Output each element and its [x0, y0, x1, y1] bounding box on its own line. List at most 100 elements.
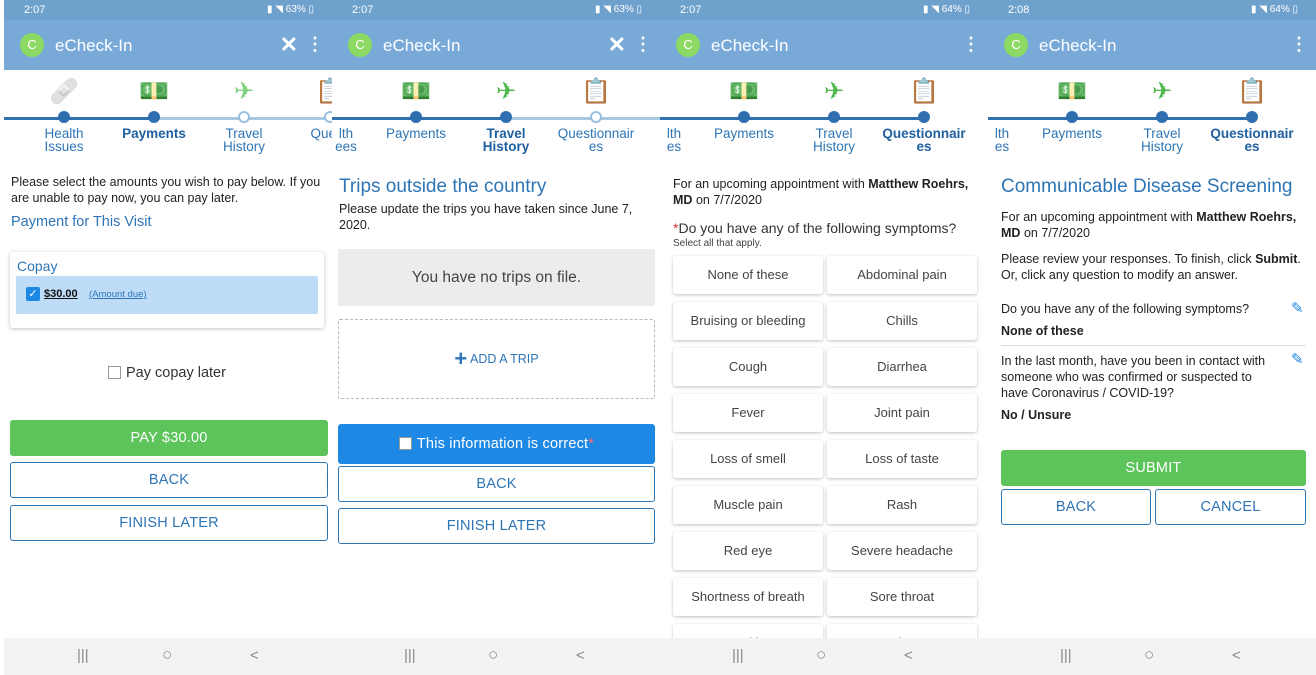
status-battery: ▮ ◥ 64% ▯: [922, 4, 970, 15]
progress-stepper: . lthes 💵 Payments ✈ TravelHistory 📋 Que…: [988, 75, 1316, 165]
symptom-option[interactable]: Red eye: [673, 532, 823, 570]
status-bar: 2:08 ▮ ◥ 64% ▯: [988, 0, 1316, 20]
airplane-icon: ✈: [233, 78, 255, 105]
step-health-issues[interactable]: 🩹 Health Issues: [19, 75, 109, 153]
symptom-option[interactable]: Chills: [827, 302, 977, 340]
status-time: 2:07: [24, 4, 46, 16]
app-logo: C: [1004, 33, 1028, 57]
home-icon[interactable]: ○: [488, 645, 498, 665]
back-nav-icon[interactable]: <: [1232, 647, 1241, 664]
step-payments[interactable]: 💵 Payments: [1027, 75, 1117, 140]
no-trips-message: You have no trips on file.: [338, 249, 655, 306]
finish-later-button[interactable]: FINISH LATER: [10, 505, 328, 541]
checkbox-icon[interactable]: [108, 366, 121, 379]
screen-review: 2:08 ▮ ◥ 64% ▯ C eCheck-In ⋮ . lthes 💵 P…: [988, 0, 1316, 675]
cancel-button[interactable]: CANCEL: [1155, 489, 1306, 525]
home-icon[interactable]: ○: [1144, 645, 1154, 665]
close-icon[interactable]: ✕: [608, 32, 626, 58]
symptom-option[interactable]: Rash: [827, 486, 977, 524]
app-bar: C eCheck-In ✕ ⋮: [4, 20, 332, 70]
symptom-option[interactable]: Bruising or bleeding: [673, 302, 823, 340]
status-bar: 2:07 ▮ ◥ 64% ▯: [660, 0, 988, 20]
step-travel-history[interactable]: ✈ Travel History: [461, 75, 551, 153]
pay-later-checkbox[interactable]: Pay copay later: [108, 365, 226, 381]
step-travel-history[interactable]: ✈ Travel History: [199, 75, 289, 153]
review-question-1[interactable]: Do you have any of the following symptom…: [1001, 301, 1281, 317]
close-icon[interactable]: ✕: [280, 32, 298, 58]
review-question-2[interactable]: In the last month, have you been in cont…: [1001, 353, 1281, 401]
copay-note: (Amount due): [89, 289, 147, 300]
status-battery: ▮ ◥ 63% ▯: [594, 4, 642, 15]
step-payments[interactable]: 💵 Payments: [109, 75, 199, 140]
back-nav-icon[interactable]: <: [250, 647, 259, 664]
review-answer-1: None of these: [1001, 324, 1084, 338]
symptom-option[interactable]: Joint pain: [827, 394, 977, 432]
android-nav-bar: ||| ○ <: [988, 638, 1316, 675]
symptom-option[interactable]: Sore throat: [827, 578, 977, 616]
step-travel-history[interactable]: ✈ Travel History: [1117, 75, 1207, 153]
more-options-icon[interactable]: ⋮: [306, 34, 324, 55]
bandage-icon: 🩹: [49, 78, 79, 105]
step-questionnaires[interactable]: 📋 Questionnair es: [546, 75, 646, 153]
confirm-information-checkbox[interactable]: This information is correct*: [338, 424, 655, 464]
step-payments[interactable]: 💵 Payments: [371, 75, 461, 140]
progress-stepper: 🩹 Health Issues 💵 Payments ✈ Travel Histor…: [4, 75, 332, 165]
android-nav-bar: ||| ○ <: [332, 638, 660, 675]
back-nav-icon[interactable]: <: [576, 647, 585, 664]
checkbox-checked-icon[interactable]: ✓: [26, 287, 40, 301]
status-time: 2:07: [352, 4, 374, 16]
back-button[interactable]: BACK: [10, 462, 328, 498]
symptom-option[interactable]: Muscle pain: [673, 486, 823, 524]
more-options-icon[interactable]: ⋮: [962, 34, 980, 55]
home-icon[interactable]: ○: [816, 645, 826, 665]
pay-button[interactable]: PAY $30.00: [10, 420, 328, 456]
step-health-issues[interactable]: . lthes: [988, 75, 1022, 154]
back-nav-icon[interactable]: <: [904, 647, 913, 664]
back-button[interactable]: BACK: [338, 466, 655, 502]
clipboard-icon: 📋: [581, 78, 611, 105]
symptom-option[interactable]: None of these: [673, 256, 823, 294]
edit-pencil-icon[interactable]: ✎: [1291, 299, 1304, 317]
step-travel-history[interactable]: ✈ Travel History: [789, 75, 879, 153]
recent-apps-icon[interactable]: |||: [404, 647, 416, 664]
checkbox-icon[interactable]: [398, 437, 412, 450]
money-icon: 💵: [1057, 78, 1087, 105]
recent-apps-icon[interactable]: |||: [1060, 647, 1072, 664]
page-title: Trips outside the country: [339, 176, 547, 197]
symptom-option[interactable]: Loss of taste: [827, 440, 977, 478]
screen-questionnaire: 2:07 ▮ ◥ 64% ▯ C eCheck-In ⋮ . lthes 💵 P…: [660, 0, 988, 675]
progress-stepper: . lthees 💵 Payments ✈ TravelHistory 📋 Qu…: [332, 75, 660, 165]
back-button[interactable]: BACK: [1001, 489, 1151, 525]
symptom-option[interactable]: Loss of smell: [673, 440, 823, 478]
symptom-option[interactable]: Abdominal pain: [827, 256, 977, 294]
add-trip-button[interactable]: + ADD A TRIP: [338, 319, 655, 399]
symptom-option[interactable]: Cough: [673, 348, 823, 386]
more-options-icon[interactable]: ⋮: [634, 34, 652, 55]
plus-icon: +: [454, 346, 468, 371]
symptom-option[interactable]: Diarrhea: [827, 348, 977, 386]
screenshot-collage: 2:07 ▮ ◥ 63% ▯ C eCheck-In ✕ ⋮ 🩹 Health I…: [0, 0, 1316, 675]
step-health-issues[interactable]: . lthes: [660, 75, 694, 154]
clipboard-icon: 📋: [909, 78, 939, 105]
step-questionnaires[interactable]: 📋 Questionnair es: [874, 75, 974, 153]
app-title: eCheck-In: [1039, 36, 1117, 55]
copay-option[interactable]: ✓ $30.00 (Amount due): [16, 276, 318, 314]
recent-apps-icon[interactable]: |||: [732, 647, 744, 664]
step-questionnaires[interactable]: 📋 Questionnair es: [1202, 75, 1302, 153]
recent-apps-icon[interactable]: |||: [77, 647, 89, 664]
copay-label: Copay: [17, 258, 58, 274]
app-logo: C: [676, 33, 700, 57]
finish-later-button[interactable]: FINISH LATER: [338, 508, 655, 544]
step-payments[interactable]: 💵 Payments: [699, 75, 789, 140]
submit-button[interactable]: SUBMIT: [1001, 450, 1306, 486]
step-health-issues[interactable]: . lthees: [332, 75, 366, 154]
symptom-option[interactable]: Fever: [673, 394, 823, 432]
edit-pencil-icon[interactable]: ✎: [1291, 350, 1304, 368]
more-options-icon[interactable]: ⋮: [1290, 34, 1308, 55]
step-questionnaires[interactable]: 📋 Questi: [285, 75, 332, 140]
airplane-icon: ✈: [823, 78, 845, 105]
page-title: Communicable Disease Screening: [1001, 176, 1293, 197]
symptom-option[interactable]: Shortness of breath: [673, 578, 823, 616]
home-icon[interactable]: ○: [162, 645, 172, 665]
symptom-option[interactable]: Severe headache: [827, 532, 977, 570]
